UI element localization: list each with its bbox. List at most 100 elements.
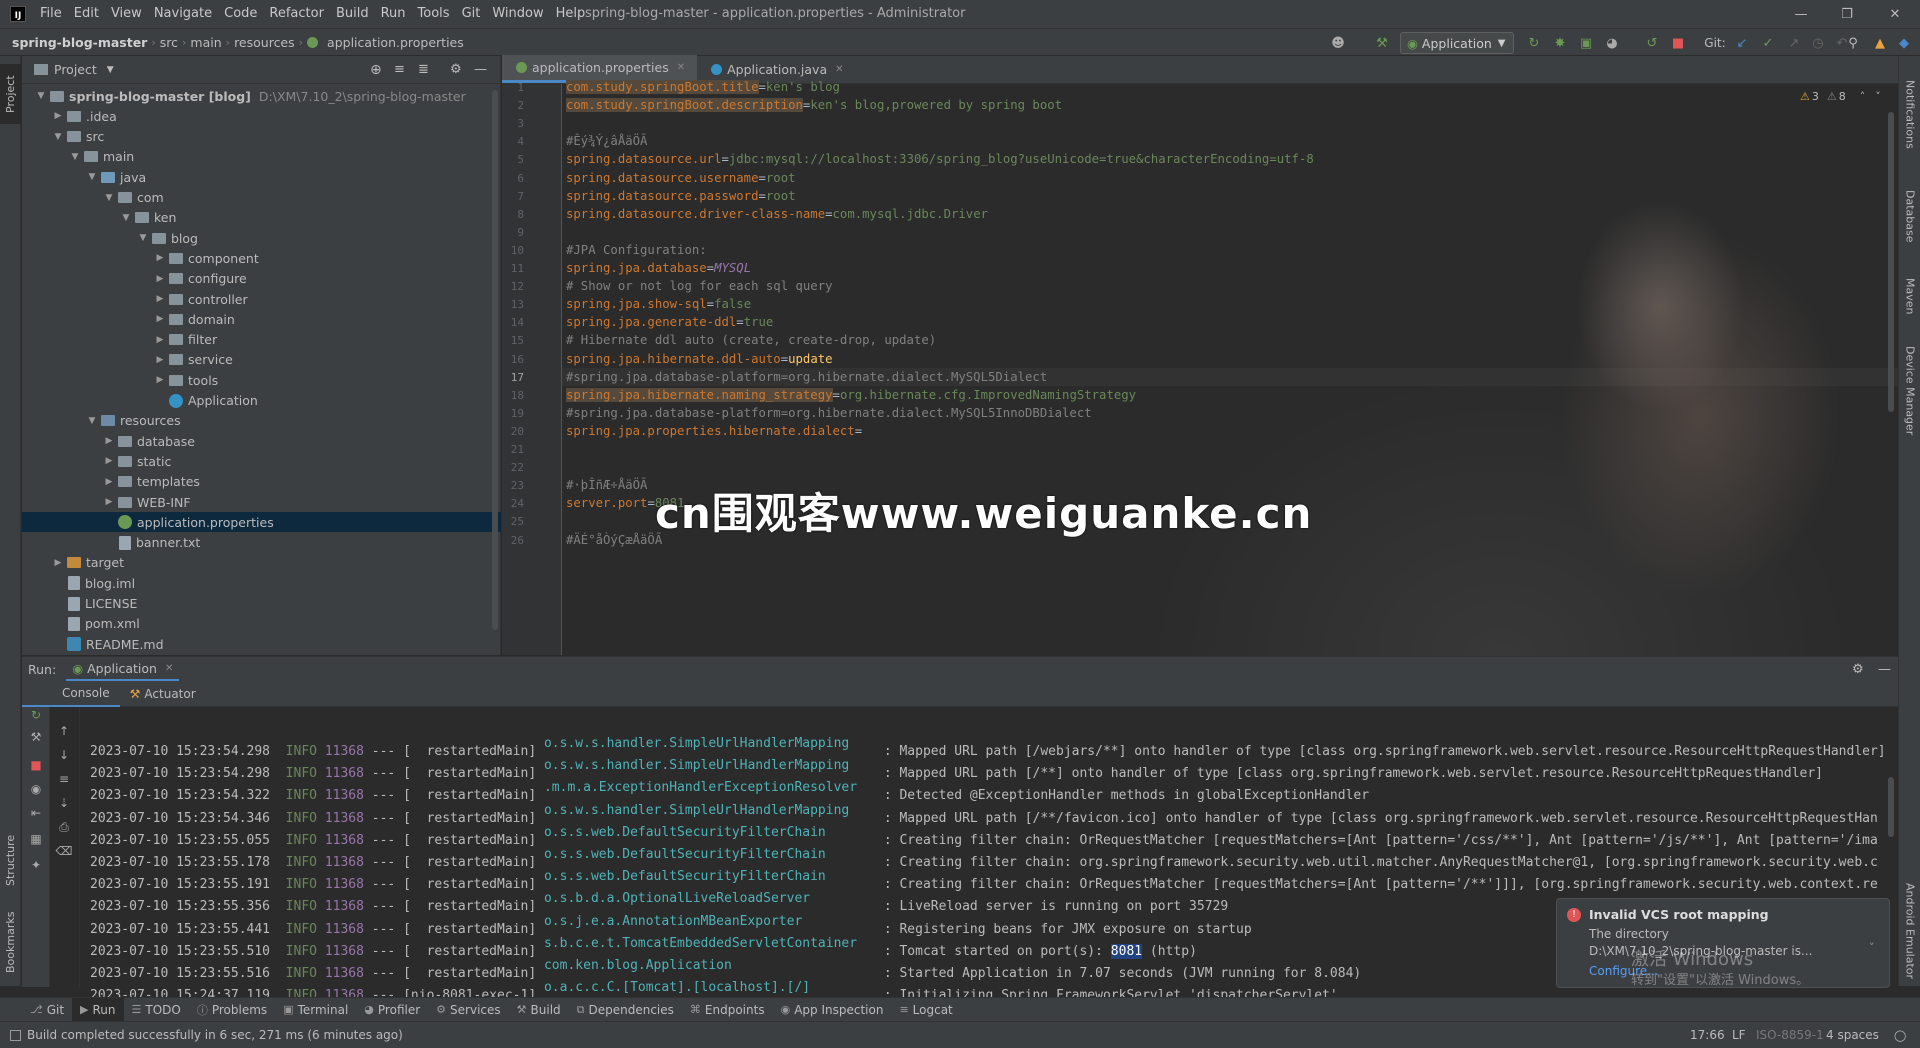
- gear-icon[interactable]: ⚙: [450, 62, 462, 77]
- rerun-icon[interactable]: ↻: [28, 707, 44, 723]
- run-tab[interactable]: ◉ Application ✕: [66, 657, 180, 681]
- menu-tools[interactable]: Tools: [412, 0, 456, 28]
- tab-device-manager[interactable]: Device Manager: [1899, 336, 1920, 446]
- tab-structure[interactable]: Structure: [0, 820, 21, 900]
- tree-item[interactable]: banner.txt: [22, 533, 501, 553]
- chevron-right-icon[interactable]: ▶: [102, 456, 116, 466]
- tab-android-emulator[interactable]: Android Emulator: [1899, 876, 1920, 986]
- chevron-right-icon[interactable]: ▶: [102, 477, 116, 487]
- tab-actuator[interactable]: ⚒ Actuator: [120, 681, 206, 707]
- search-icon[interactable]: ⚲: [1843, 33, 1863, 53]
- tree-item[interactable]: ▶ configure: [22, 269, 501, 289]
- editor-scrollbar[interactable]: [1888, 112, 1894, 412]
- hammer-icon[interactable]: ⚒: [1372, 33, 1392, 53]
- history-icon[interactable]: ◷: [1808, 33, 1828, 53]
- git-update-icon[interactable]: ↙: [1732, 33, 1752, 53]
- tree-item[interactable]: ▶ static: [22, 451, 501, 471]
- tree-item[interactable]: pom.xml: [22, 614, 501, 634]
- chevron-down-icon[interactable]: ▼: [68, 152, 82, 162]
- rerun-icon[interactable]: ↺: [1642, 33, 1662, 53]
- print-icon[interactable]: ⎙: [56, 819, 72, 835]
- menu-file[interactable]: File: [34, 0, 68, 28]
- tree-item[interactable]: blog.iml: [22, 573, 501, 593]
- chevron-down-icon[interactable]: ˅: [1869, 941, 1875, 954]
- scroll-to-end-icon[interactable]: ⇣: [56, 795, 72, 811]
- close-icon[interactable]: ✕: [835, 64, 843, 75]
- expand-all-icon[interactable]: ≡: [394, 62, 405, 77]
- chevron-right-icon[interactable]: ▶: [153, 314, 167, 324]
- tool-window-build[interactable]: ⚒ Build: [509, 998, 569, 1022]
- chevron-down-icon[interactable]: ▼: [85, 416, 99, 426]
- tree-item[interactable]: LICENSE: [22, 594, 501, 614]
- tool-window-endpoints[interactable]: ⌘ Endpoints: [682, 998, 773, 1022]
- tool-window-services[interactable]: ⚙ Services: [428, 998, 508, 1022]
- menu-view[interactable]: View: [105, 0, 148, 28]
- tree-item[interactable]: ▼ src: [22, 127, 501, 147]
- git-push-icon[interactable]: ↗: [1784, 33, 1804, 53]
- debug-icon[interactable]: ✸: [1550, 33, 1570, 53]
- update-icon[interactable]: ▲: [1870, 33, 1890, 53]
- chevron-right-icon[interactable]: ▶: [153, 274, 167, 284]
- stop-icon[interactable]: ■: [1668, 33, 1688, 53]
- tree-item[interactable]: ▼ java: [22, 167, 501, 187]
- close-icon[interactable]: ✕: [1870, 0, 1920, 28]
- tree-item[interactable]: ▶ templates: [22, 472, 501, 492]
- project-title[interactable]: Project: [54, 62, 97, 77]
- run-configuration-select[interactable]: ◉ Application ▼: [1400, 32, 1514, 54]
- tab-database[interactable]: Database: [1899, 176, 1920, 256]
- menu-navigate[interactable]: Navigate: [148, 0, 218, 28]
- tree-item[interactable]: ▶ database: [22, 431, 501, 451]
- chevron-right-icon[interactable]: ▶: [51, 111, 65, 121]
- breadcrumb-item[interactable]: resources: [230, 35, 299, 50]
- chevron-down-icon[interactable]: ▼: [102, 193, 116, 203]
- tree-item[interactable]: ▶ WEB-INF: [22, 492, 501, 512]
- tree-item[interactable]: ▶ filter: [22, 330, 501, 350]
- tool-window-run[interactable]: ▶ Run: [72, 997, 124, 1022]
- chevron-right-icon[interactable]: ▶: [153, 294, 167, 304]
- locate-icon[interactable]: ⊕: [370, 62, 382, 78]
- tree-item[interactable]: ▶ target: [22, 553, 501, 573]
- menu-refactor[interactable]: Refactor: [263, 0, 330, 28]
- chevron-right-icon[interactable]: ▶: [153, 355, 167, 365]
- close-icon[interactable]: ✕: [165, 663, 173, 674]
- console-scrollbar[interactable]: [1888, 777, 1894, 837]
- file-encoding[interactable]: ISO-8859-1: [1756, 1028, 1824, 1042]
- chevron-right-icon[interactable]: ▶: [102, 497, 116, 507]
- tab-maven[interactable]: Maven: [1899, 266, 1920, 326]
- tree-item[interactable]: ▶ service: [22, 350, 501, 370]
- menu-edit[interactable]: Edit: [68, 0, 105, 28]
- tree-item[interactable]: ▼ resources: [22, 411, 501, 431]
- line-separator[interactable]: LF: [1732, 1028, 1746, 1042]
- tree-item[interactable]: ▶ component: [22, 248, 501, 268]
- chevron-down-icon[interactable]: ▼: [107, 65, 114, 75]
- jetbrains-icon[interactable]: ◆: [1894, 33, 1914, 53]
- breadcrumb-item[interactable]: application.properties: [323, 35, 468, 50]
- indent-setting[interactable]: 4 spaces: [1826, 1028, 1879, 1042]
- menu-build[interactable]: Build: [330, 0, 375, 28]
- gear-icon[interactable]: ⚙: [1852, 662, 1864, 677]
- tab-bookmarks[interactable]: Bookmarks: [0, 902, 21, 982]
- tree-item[interactable]: ▼ ken: [22, 208, 501, 228]
- layout-icon[interactable]: ▦: [28, 831, 44, 847]
- minimize-icon[interactable]: —: [1778, 0, 1824, 28]
- chevron-down-icon[interactable]: ˅: [1875, 90, 1881, 103]
- collapse-all-icon[interactable]: ≣: [418, 62, 429, 77]
- git-commit-icon[interactable]: ✓: [1758, 33, 1778, 53]
- tool-window-logcat[interactable]: ≡ Logcat: [891, 998, 960, 1022]
- tab-console[interactable]: Console: [22, 681, 120, 707]
- breadcrumb-item[interactable]: src: [156, 35, 182, 50]
- pin-icon[interactable]: ✦: [28, 857, 44, 873]
- run-icon[interactable]: ↻: [1524, 33, 1544, 53]
- tab-notifications[interactable]: Notifications: [1899, 64, 1920, 164]
- chevron-down-icon[interactable]: ▼: [51, 132, 65, 142]
- tree-item[interactable]: ▼ com: [22, 188, 501, 208]
- menu-git[interactable]: Git: [456, 0, 487, 28]
- hide-icon[interactable]: —: [474, 62, 487, 77]
- wrench-icon[interactable]: ⚒: [28, 729, 44, 745]
- menu-code[interactable]: Code: [218, 0, 263, 28]
- close-icon[interactable]: ✕: [677, 62, 685, 73]
- caret-position[interactable]: 17:66: [1690, 1028, 1725, 1042]
- camera-icon[interactable]: ◉: [28, 781, 44, 797]
- chevron-right-icon[interactable]: ▶: [153, 253, 167, 263]
- chevron-down-icon[interactable]: ▼: [119, 213, 133, 223]
